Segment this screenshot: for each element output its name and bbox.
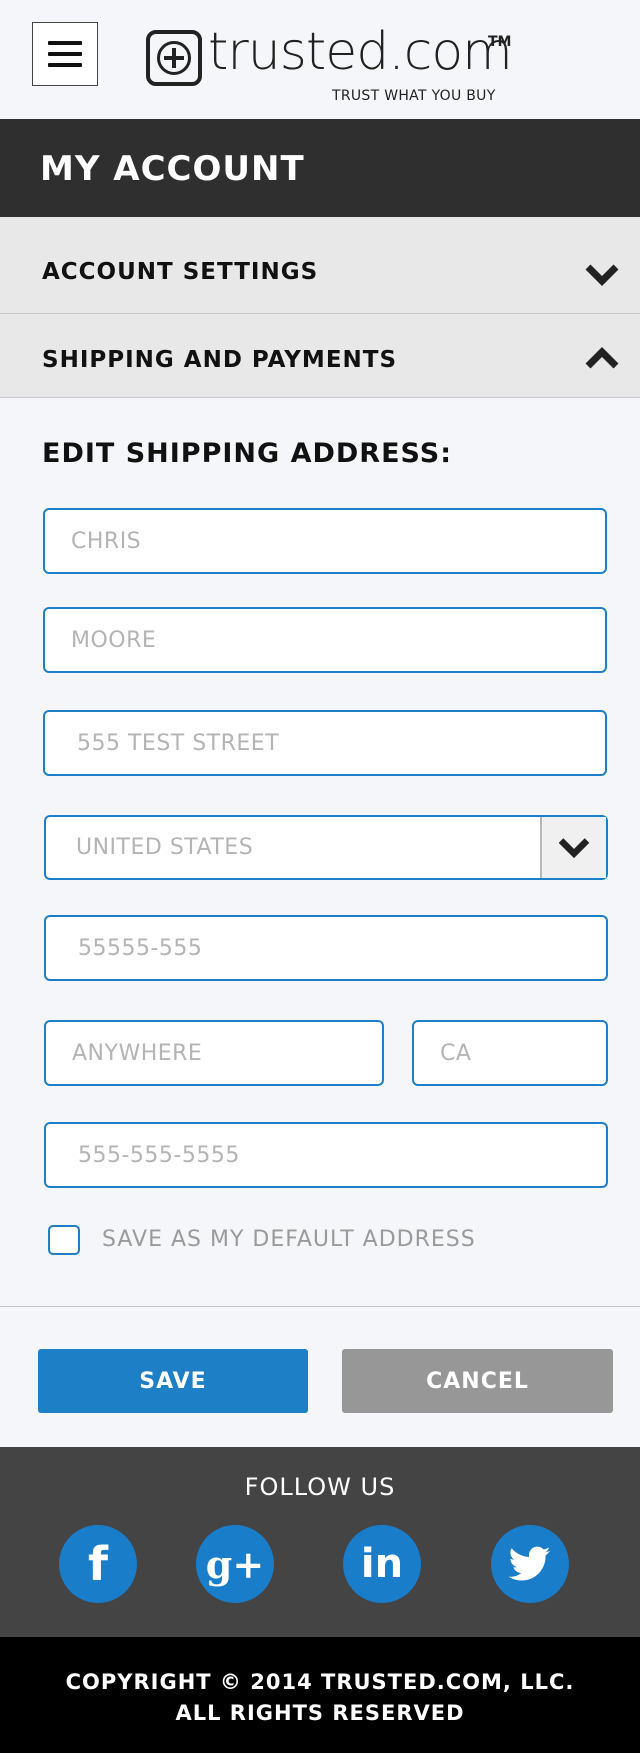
logo-trademark: TM [488, 34, 512, 50]
facebook-icon[interactable]: f [59, 1525, 137, 1603]
twitter-icon[interactable] [491, 1525, 569, 1603]
zip-code-field[interactable] [44, 915, 608, 981]
copyright-text: COPYRIGHT © 2014 TRUSTED.COM, LLC. [65, 1670, 575, 1694]
last-name-field[interactable] [43, 607, 607, 673]
facebook-glyph: f [87, 1537, 108, 1591]
menu-line [48, 63, 82, 67]
menu-line [48, 41, 82, 45]
google-plus-glyph: g+ [205, 1541, 265, 1587]
rights-reserved-text: ALL RIGHTS RESERVED [175, 1701, 465, 1725]
linkedin-icon[interactable]: in [343, 1525, 421, 1603]
logo-plus-icon [146, 30, 202, 86]
edit-shipping-heading: EDIT SHIPPING ADDRESS: [42, 438, 453, 469]
twitter-bird-icon [509, 1546, 551, 1581]
accordion-label: SHIPPING AND PAYMENTS [42, 347, 398, 373]
save-button[interactable]: SAVE [38, 1349, 308, 1413]
cancel-button[interactable]: CANCEL [342, 1349, 613, 1413]
city-field[interactable] [44, 1020, 384, 1086]
logo-text: trusted.com [208, 22, 513, 82]
chevron-down-icon [585, 264, 619, 286]
country-dropdown-button[interactable] [540, 817, 606, 878]
page-title: MY ACCOUNT [40, 149, 305, 189]
accordion-shipping-payments[interactable]: SHIPPING AND PAYMENTS [0, 314, 640, 398]
divider [0, 1306, 640, 1307]
state-field[interactable] [412, 1020, 608, 1086]
chevron-up-icon [585, 347, 619, 369]
trusted-logo[interactable]: trusted.com TM TRUST WHAT YOU BUY [146, 22, 516, 108]
default-address-label[interactable]: SAVE AS MY DEFAULT ADDRESS [102, 1227, 476, 1252]
page-title-bar: MY ACCOUNT [0, 119, 640, 217]
country-select-value: UNITED STATES [76, 835, 254, 860]
copyright-bar: COPYRIGHT © 2014 TRUSTED.COM, LLC. ALL R… [0, 1637, 640, 1753]
default-address-checkbox[interactable] [48, 1225, 80, 1255]
logo-tagline: TRUST WHAT YOU BUY [332, 88, 496, 104]
street-address-field[interactable] [43, 710, 607, 776]
menu-line [48, 52, 82, 56]
follow-us-label: FOLLOW US [244, 1473, 396, 1501]
linkedin-glyph: in [360, 1541, 404, 1587]
chevron-down-icon [558, 837, 590, 858]
country-select[interactable]: UNITED STATES [44, 815, 608, 880]
google-plus-icon[interactable]: g+ [196, 1525, 274, 1603]
site-footer: FOLLOW US f g+ in [0, 1447, 640, 1637]
first-name-field[interactable] [43, 508, 607, 574]
phone-field[interactable] [44, 1122, 608, 1188]
accordion-label: ACCOUNT SETTINGS [42, 259, 319, 285]
hamburger-menu-button[interactable] [32, 22, 98, 86]
site-header: trusted.com TM TRUST WHAT YOU BUY [0, 0, 640, 119]
accordion-account-settings[interactable]: ACCOUNT SETTINGS [0, 217, 640, 314]
